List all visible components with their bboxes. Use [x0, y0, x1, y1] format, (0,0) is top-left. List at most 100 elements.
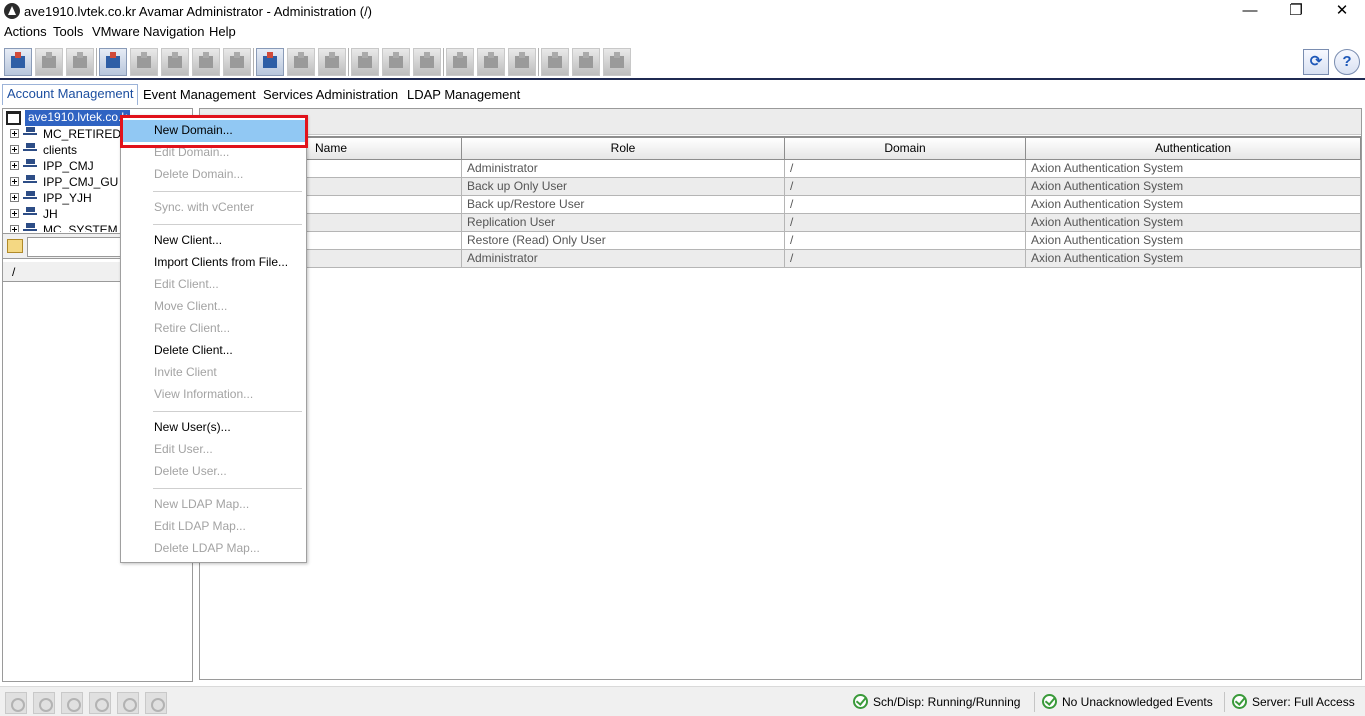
- cell-domain: /: [784, 248, 1026, 268]
- expand-icon[interactable]: [10, 161, 19, 170]
- menu-item-invite-client[interactable]: Invite Client: [122, 362, 305, 384]
- column-header-role[interactable]: Role: [461, 136, 785, 160]
- menu-help[interactable]: Help: [209, 24, 236, 39]
- tab-services-administration[interactable]: Services Administration: [259, 86, 402, 105]
- toolbar-button[interactable]: [382, 48, 410, 76]
- menu-item-edit-client[interactable]: Edit Client...: [122, 274, 305, 296]
- menu-bar: Actions Tools VMware Navigation Help: [0, 22, 1365, 41]
- menu-item-retire-client[interactable]: Retire Client...: [122, 318, 305, 340]
- menu-item-delete-ldap-map[interactable]: Delete LDAP Map...: [122, 538, 305, 560]
- menu-item-delete-user[interactable]: Delete User...: [122, 461, 305, 483]
- table-row[interactable]: Back up/Restore User / Axion Authenticat…: [200, 194, 1361, 214]
- menu-item-new-domain[interactable]: New Domain...: [122, 120, 305, 142]
- toolbar-button[interactable]: [477, 48, 505, 76]
- tab-account-management[interactable]: Account Management: [2, 84, 139, 105]
- expand-icon[interactable]: [10, 209, 19, 218]
- status-divider: [1034, 692, 1035, 712]
- toolbar-button-domain[interactable]: [4, 48, 32, 76]
- folder-icon[interactable]: [7, 239, 23, 253]
- toolbar-button[interactable]: [223, 48, 251, 76]
- toolbar: ⟳ ?: [0, 44, 1365, 80]
- menu-separator: [153, 191, 302, 192]
- table-row[interactable]: Administrator / Axion Authentication Sys…: [200, 248, 1361, 268]
- menu-item-move-client[interactable]: Move Client...: [122, 296, 305, 318]
- toolbar-button[interactable]: [318, 48, 346, 76]
- column-header-authentication[interactable]: Authentication: [1025, 136, 1361, 160]
- toolbar-button[interactable]: [192, 48, 220, 76]
- menu-navigation[interactable]: Navigation: [143, 24, 204, 39]
- menu-vmware[interactable]: VMware: [92, 24, 140, 39]
- toolbar-button[interactable]: [446, 48, 474, 76]
- expand-icon[interactable]: [10, 177, 19, 186]
- cell-role: Back up Only User: [461, 176, 785, 196]
- toolbar-button[interactable]: [508, 48, 536, 76]
- toolbar-button[interactable]: [35, 48, 63, 76]
- toolbar-button[interactable]: [572, 48, 600, 76]
- menu-item-edit-ldap-map[interactable]: Edit LDAP Map...: [122, 516, 305, 538]
- cell-authentication: Axion Authentication System: [1025, 230, 1361, 250]
- domain-icon: [23, 175, 39, 188]
- table-row[interactable]: Replication User / Axion Authentication …: [200, 212, 1361, 232]
- menu-item-view-information[interactable]: View Information...: [122, 384, 305, 406]
- menu-item-import-clients[interactable]: Import Clients from File...: [122, 252, 305, 274]
- menu-separator: [153, 411, 302, 412]
- menu-item-edit-domain[interactable]: Edit Domain...: [122, 142, 305, 164]
- toolbar-button-user[interactable]: [256, 48, 284, 76]
- toolbar-button[interactable]: [603, 48, 631, 76]
- help-icon[interactable]: ?: [1334, 49, 1360, 75]
- close-button[interactable]: ✕: [1319, 0, 1365, 22]
- menu-item-new-users[interactable]: New User(s)...: [122, 417, 305, 439]
- toolbar-button[interactable]: [161, 48, 189, 76]
- expand-icon[interactable]: [10, 225, 19, 232]
- menu-item-new-client[interactable]: New Client...: [122, 230, 305, 252]
- column-header-domain[interactable]: Domain: [784, 136, 1026, 160]
- status-button[interactable]: [61, 692, 83, 714]
- cell-domain: /: [784, 230, 1026, 250]
- restore-button[interactable]: ❐: [1273, 0, 1319, 22]
- toolbar-button[interactable]: [130, 48, 158, 76]
- toolbar-button[interactable]: [413, 48, 441, 76]
- status-button[interactable]: [33, 692, 55, 714]
- tab-ldap-management[interactable]: LDAP Management: [403, 86, 524, 105]
- menu-item-edit-user[interactable]: Edit User...: [122, 439, 305, 461]
- refresh-icon[interactable]: ⟳: [1303, 49, 1329, 75]
- cell-role: Administrator: [461, 158, 785, 178]
- minimize-button[interactable]: —: [1227, 0, 1273, 22]
- cell-authentication: Axion Authentication System: [1025, 158, 1361, 178]
- cell-authentication: Axion Authentication System: [1025, 212, 1361, 232]
- table-header-row: Name Role Domain Authentication: [200, 136, 1361, 160]
- status-button[interactable]: [145, 692, 167, 714]
- toolbar-separator: [538, 48, 539, 76]
- toolbar-button-client[interactable]: [99, 48, 127, 76]
- toolbar-button[interactable]: [351, 48, 379, 76]
- menu-tools[interactable]: Tools: [53, 24, 83, 39]
- cell-domain: /: [784, 176, 1026, 196]
- cell-role: Administrator: [461, 248, 785, 268]
- cell-role: Replication User: [461, 212, 785, 232]
- tab-strip: Account Management Event Management Serv…: [0, 84, 1365, 106]
- menu-item-sync-vcenter[interactable]: Sync. with vCenter: [122, 197, 305, 219]
- expand-icon[interactable]: [10, 145, 19, 154]
- status-button[interactable]: [89, 692, 111, 714]
- menu-item-delete-domain[interactable]: Delete Domain...: [122, 164, 305, 186]
- table-row[interactable]: Restore (Read) Only User / Axion Authent…: [200, 230, 1361, 250]
- expand-icon[interactable]: [10, 129, 19, 138]
- window-title: ave1910.lvtek.co.kr Avamar Administrator…: [24, 4, 373, 19]
- tree-root-domain[interactable]: ave1910.lvtek.co.k: [25, 110, 131, 126]
- toolbar-button[interactable]: [541, 48, 569, 76]
- menu-item-new-ldap-map[interactable]: New LDAP Map...: [122, 494, 305, 516]
- table-row[interactable]: Administrator / Axion Authentication Sys…: [200, 158, 1361, 178]
- domain-icon: [23, 223, 39, 232]
- status-button[interactable]: [5, 692, 27, 714]
- menu-item-delete-client[interactable]: Delete Client...: [122, 340, 305, 362]
- table-row[interactable]: Back up Only User / Axion Authentication…: [200, 176, 1361, 196]
- toolbar-button[interactable]: [287, 48, 315, 76]
- menu-actions[interactable]: Actions: [4, 24, 47, 39]
- cell-role: Restore (Read) Only User: [461, 230, 785, 250]
- expand-icon[interactable]: [10, 193, 19, 202]
- status-button[interactable]: [117, 692, 139, 714]
- avamar-app-icon: [4, 3, 20, 19]
- toolbar-button[interactable]: [66, 48, 94, 76]
- tab-event-management[interactable]: Event Management: [139, 86, 260, 105]
- domain-icon: [23, 127, 39, 140]
